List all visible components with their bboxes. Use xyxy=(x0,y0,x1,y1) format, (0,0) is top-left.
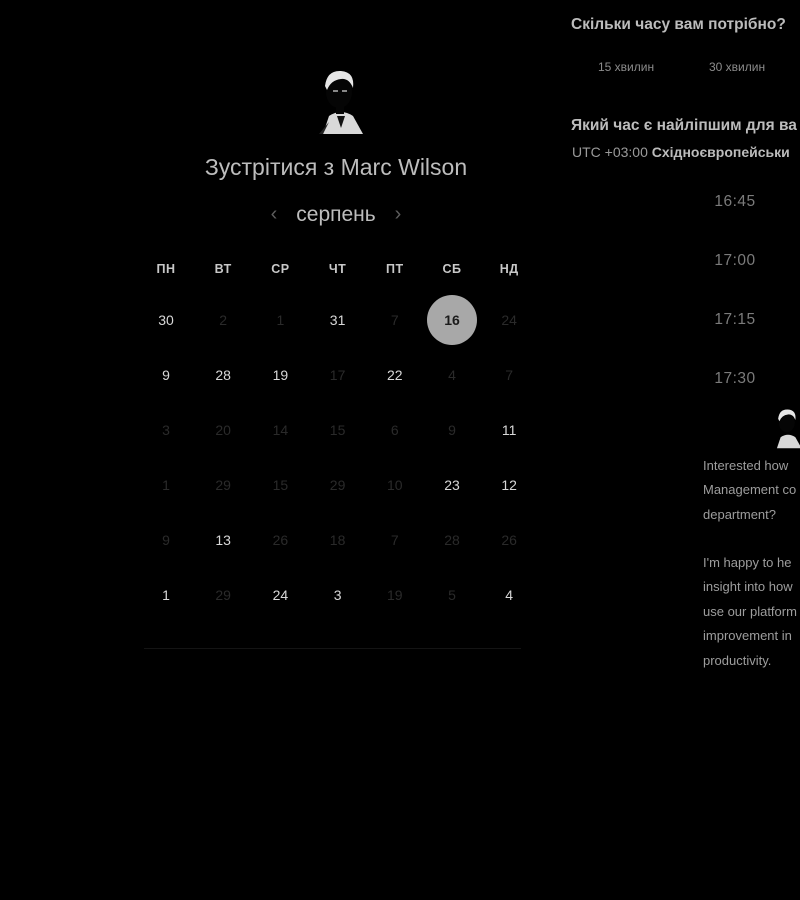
calendar-day: 19 xyxy=(387,587,403,603)
weekday-label: ВТ xyxy=(214,262,232,276)
timezone-offset: UTC +03:00 xyxy=(572,144,648,160)
calendar-day: 9 xyxy=(162,532,170,548)
calendar-day[interactable]: 28 xyxy=(198,350,248,400)
message-line: Interested how xyxy=(703,458,789,473)
calendar-day: 9 xyxy=(448,422,456,438)
duration-option-30[interactable]: 30 хвилин xyxy=(709,60,765,74)
selected-day[interactable]: 16 xyxy=(427,295,477,345)
time-slot[interactable]: 17:30 xyxy=(690,370,780,388)
time-slot[interactable]: 17:00 xyxy=(690,252,780,270)
host-name: Marc Wilson xyxy=(340,154,468,180)
calendar-day: 5 xyxy=(448,587,456,603)
calendar-day: 17 xyxy=(329,367,346,383)
weekday-label: СР xyxy=(271,262,290,276)
calendar-day[interactable]: 19 xyxy=(255,350,305,400)
title-prefix: Зустрітися з xyxy=(204,154,335,180)
calendar-day: 26 xyxy=(501,532,517,548)
message-line: improvement in xyxy=(703,628,792,644)
month-label: серпень xyxy=(296,203,376,226)
chat-message-2: I'm happy to he insight into how use our… xyxy=(703,551,797,673)
weekday-label: НД xyxy=(499,262,519,276)
calendar-day: 15 xyxy=(272,477,289,493)
weekday-label: ПН xyxy=(156,262,176,276)
meeting-title: Зустрітися з Marc Wilson xyxy=(140,154,532,181)
time-slot[interactable]: 17:15 xyxy=(690,311,780,329)
message-line: I'm happy to he xyxy=(703,555,792,570)
calendar-day[interactable]: 22 xyxy=(370,350,420,400)
weekday-label: СБ xyxy=(442,262,462,276)
calendar-day[interactable]: 1 xyxy=(141,570,191,620)
calendar-day: 6 xyxy=(390,422,399,438)
chevron-left-icon[interactable]: ‹ xyxy=(266,202,282,226)
calendar-day: 26 xyxy=(272,532,289,548)
message-line: insight into how xyxy=(703,579,793,595)
calendar-day: 20 xyxy=(215,422,231,438)
calendar-day: 29 xyxy=(215,477,231,493)
calendar-day[interactable]: 9 xyxy=(141,350,191,400)
calendar-day[interactable]: 31 xyxy=(313,295,363,345)
calendar-day: 3 xyxy=(162,422,170,438)
calendar-day: 29 xyxy=(215,587,231,603)
chat-avatar xyxy=(772,405,800,451)
calendar-day: 7 xyxy=(390,532,399,548)
calendar-day: 7 xyxy=(505,367,514,383)
calendar-day: 2 xyxy=(219,312,228,328)
calendar-day: 15 xyxy=(329,422,346,438)
timezone-label[interactable]: UTC +03:00 Східноєвропейськи xyxy=(572,144,790,160)
calendar-day[interactable]: 3 xyxy=(313,570,363,620)
calendar-day: 28 xyxy=(444,532,460,548)
chat-message-1: Interested how Management co department? xyxy=(703,454,796,527)
calendar-day[interactable]: 11 xyxy=(484,405,534,455)
calendar-day[interactable]: 13 xyxy=(198,515,248,565)
timezone-name: Східноєвропейськи xyxy=(651,144,790,160)
message-line: department? xyxy=(703,506,776,522)
time-slot[interactable]: 16:45 xyxy=(690,193,780,211)
weekday-label: ПТ xyxy=(385,262,404,276)
calendar-day: 10 xyxy=(387,477,403,493)
month-navigation: ‹ серпень › xyxy=(262,200,412,230)
calendar-day: 24 xyxy=(501,312,517,328)
calendar-day: 1 xyxy=(162,477,170,493)
chevron-right-icon[interactable]: › xyxy=(390,202,406,226)
calendar-day: 29 xyxy=(329,477,346,493)
host-avatar xyxy=(315,68,367,134)
calendar-day[interactable]: 12 xyxy=(484,460,534,510)
weekday-header-row: ПН ВТ СР ЧТ ПТ СБ НД xyxy=(138,262,538,280)
message-line: productivity. xyxy=(703,652,772,668)
best-time-question: Який час є найліпшим для ва xyxy=(571,117,797,134)
calendar-day: 4 xyxy=(448,367,456,383)
calendar-day[interactable]: 4 xyxy=(484,570,534,620)
calendar-day[interactable]: 30 xyxy=(141,295,191,345)
calendar-day: 7 xyxy=(390,312,399,328)
calendar-grid: 30 2 1 31 7 16 24 9 28 19 17 22 4 7 3 20 14 15 6 9 11 1 29 15 29… xyxy=(138,295,538,625)
duration-question: Скільки часу вам потрібно? xyxy=(571,16,786,33)
calendar-day[interactable]: 23 xyxy=(427,460,477,510)
calendar-day: 1 xyxy=(276,312,285,328)
calendar-day: 14 xyxy=(272,422,289,438)
duration-option-15[interactable]: 15 хвилин xyxy=(598,60,654,74)
message-line: Management co xyxy=(703,482,797,498)
message-line: use our platform xyxy=(703,603,797,619)
calendar-day: 18 xyxy=(329,532,346,548)
calendar-day[interactable]: 24 xyxy=(255,570,305,620)
weekday-label: ЧТ xyxy=(328,262,347,276)
calendar-divider xyxy=(144,648,521,649)
